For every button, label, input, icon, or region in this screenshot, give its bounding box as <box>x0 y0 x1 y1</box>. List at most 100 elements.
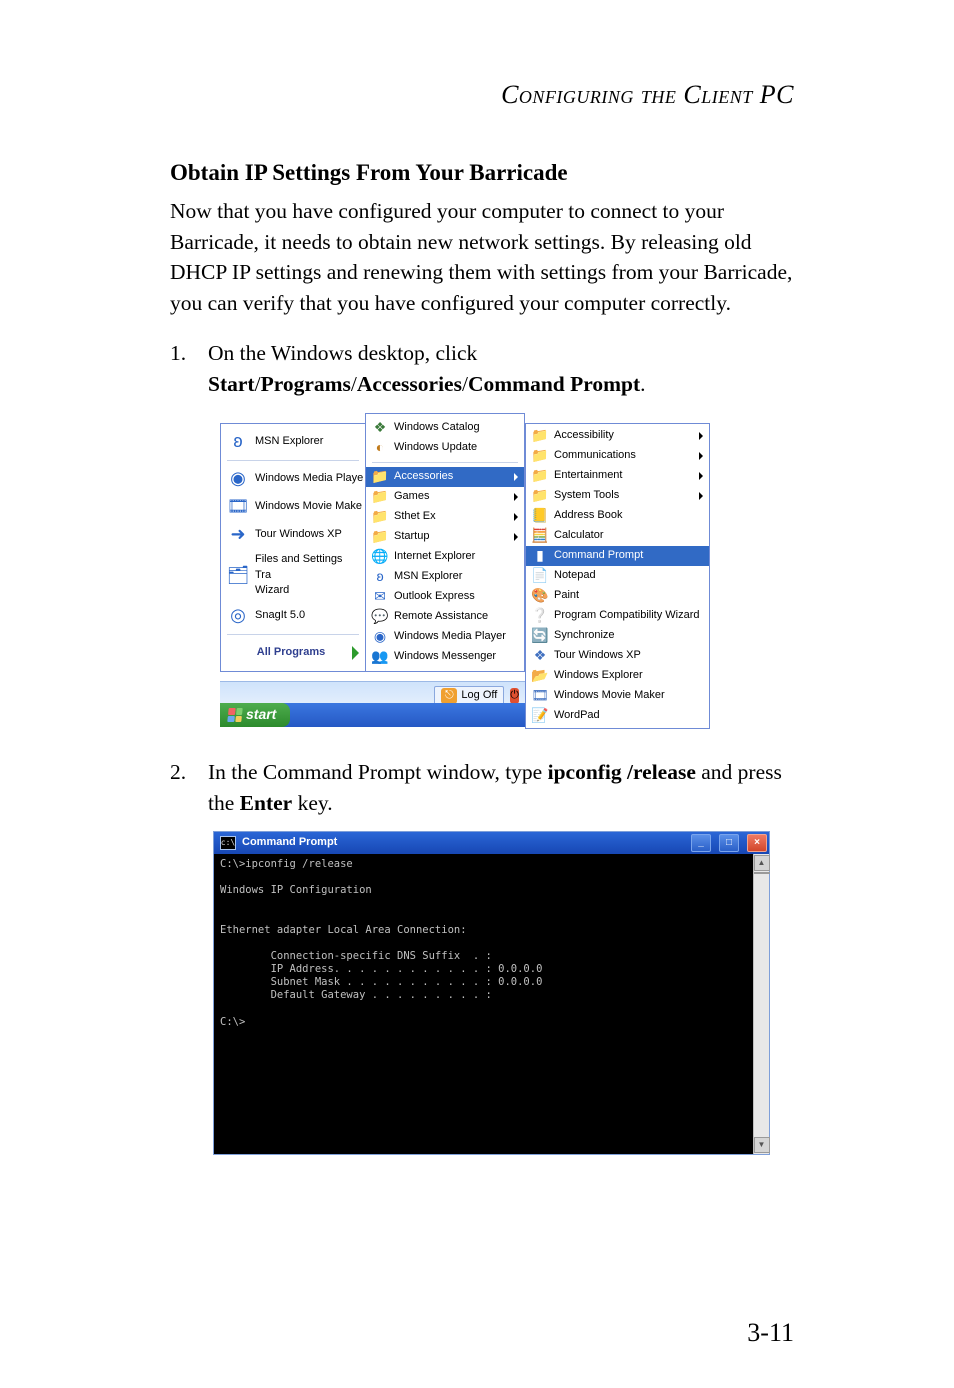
cmd-titlebar[interactable]: c:\ Command Prompt _ □ × <box>214 832 769 854</box>
sm-mid-label: Windows Messenger <box>394 649 496 665</box>
sm-right-item[interactable]: 📂 Windows Explorer <box>526 666 709 686</box>
sm-right-item[interactable]: 📁 Communications <box>526 446 709 466</box>
intro-paragraph: Now that you have configured your comput… <box>170 196 794 318</box>
sm-right-item[interactable]: 📝WordPad <box>526 706 709 726</box>
sm-left-item[interactable]: 🎞Windows Movie Make <box>221 493 365 521</box>
sm-mid-label: Internet Explorer <box>394 549 475 565</box>
program-icon: 📁 <box>532 468 548 484</box>
folder-icon: 📁 <box>372 529 388 545</box>
movie-icon: 🎞 <box>227 496 249 518</box>
wmp-icon: ◉ <box>227 468 249 490</box>
sm-right-item[interactable]: ❖ Tour Windows XP <box>526 646 709 666</box>
command-prompt-window: c:\ Command Prompt _ □ × C:\>ipconfig /r… <box>214 832 769 1154</box>
sm-right-item[interactable]: 📁Accessibility <box>526 426 709 446</box>
sm-mid-label: MSN Explorer <box>394 569 462 585</box>
sm-right-item[interactable]: 📁System Tools <box>526 486 709 506</box>
sm-right-item[interactable]: 📁Entertainment <box>526 466 709 486</box>
sm-right-item[interactable]: 📄Notepad <box>526 566 709 586</box>
step-1: On the Windows desktop, click Start/Prog… <box>170 338 794 733</box>
sm-right-item[interactable]: 📒Address Book <box>526 506 709 526</box>
close-button[interactable]: × <box>747 834 767 852</box>
sm-mid-label: Outlook Express <box>394 589 475 605</box>
step1-b4: Command Prompt <box>468 372 640 396</box>
sm-left-item[interactable]: 🗂Files and Settings Tra Wizard <box>221 549 365 602</box>
sm-right-item[interactable]: 🎞Windows Movie Maker <box>526 686 709 706</box>
sm-mid-label: Sthet Ex <box>394 509 436 525</box>
folder-icon: ✉ <box>372 589 388 605</box>
sm-right-label: Accessibility <box>554 428 614 444</box>
start-menu-accessories-panel: 📁Accessibility📁Communications📁Entertainm… <box>525 423 710 729</box>
folder-icon: 📁 <box>372 469 388 485</box>
separator <box>227 634 359 635</box>
sm-right-label: Communications <box>554 448 636 464</box>
sm-right-item[interactable]: 🎨 Paint <box>526 586 709 606</box>
folder-icon: 📁 <box>372 489 388 505</box>
step2-pre: In the Command Prompt window, type <box>208 760 548 784</box>
sm-right-label: Tour Windows XP <box>554 648 641 664</box>
program-icon: ▮ <box>532 548 548 564</box>
running-head: Configuring the Client PC <box>170 80 794 110</box>
sm-right-item[interactable]: 🧮Calculator <box>526 526 709 546</box>
sm-mid-item[interactable]: ʚMSN Explorer <box>366 567 524 587</box>
program-icon: 🎨 <box>532 588 548 604</box>
sm-mid-item[interactable]: ❖Windows Catalog <box>366 418 524 438</box>
program-icon: 📄 <box>532 568 548 584</box>
cmd-scrollbar[interactable]: ▲ ▼ <box>753 854 769 1154</box>
sm-left-item[interactable]: ʚMSN Explorer <box>221 428 365 456</box>
folder-icon: ◉ <box>372 629 388 645</box>
folder-icon: 👥 <box>372 649 388 665</box>
program-icon: 📁 <box>532 448 548 464</box>
sm-right-label: Synchronize <box>554 628 615 644</box>
maximize-button[interactable]: □ <box>719 834 739 852</box>
page: Configuring the Client PC Obtain IP Sett… <box>0 0 954 1388</box>
sm-left-item[interactable]: ➜Tour Windows XP <box>221 521 365 549</box>
sm-left-item[interactable]: ◉Windows Media Playe <box>221 465 365 493</box>
sm-right-label: Program Compatibility Wizard <box>554 608 699 624</box>
all-programs-item[interactable]: All Programs <box>221 639 365 667</box>
separator <box>227 460 359 461</box>
shutdown-icon[interactable]: ⏻ <box>510 688 519 704</box>
folder-icon: 🌐 <box>372 549 388 565</box>
sm-mid-item[interactable]: ◐Windows Update <box>366 438 524 458</box>
sm-mid-item[interactable]: 📁Accessories <box>366 467 524 487</box>
scroll-down-button[interactable]: ▼ <box>754 1137 770 1153</box>
logoff-icon: ⎋ <box>441 688 457 704</box>
folder-icon: 💬 <box>372 609 388 625</box>
sm-right-label: Address Book <box>554 508 622 524</box>
windows-flag-icon <box>227 708 242 722</box>
step2-b2: Enter <box>240 791 293 815</box>
sm-mid-item[interactable]: 📁Startup <box>366 527 524 547</box>
separator <box>372 462 518 463</box>
sm-left-label: Tour Windows XP <box>255 527 342 543</box>
sm-mid-item[interactable]: 📁 Games <box>366 487 524 507</box>
minimize-button[interactable]: _ <box>691 834 711 852</box>
start-menu-left-panel: ʚMSN Explorer ◉Windows Media Playe 🎞Wind… <box>220 423 365 671</box>
sm-mid-item[interactable]: 📁Sthet Ex <box>366 507 524 527</box>
start-menu-programs-panel: ❖Windows Catalog ◐Windows Update 📁Access… <box>365 413 525 672</box>
sm-mid-item[interactable]: 🌐 Internet Explorer <box>366 547 524 567</box>
scroll-thumb[interactable] <box>754 872 770 874</box>
program-icon: 🔄 <box>532 628 548 644</box>
sm-mid-item[interactable]: ✉ Outlook Express <box>366 587 524 607</box>
sm-right-item[interactable]: ❔Program Compatibility Wizard <box>526 606 709 626</box>
sm-mid-item[interactable]: ◉ Windows Media Player <box>366 627 524 647</box>
start-button[interactable]: start <box>220 703 290 727</box>
step1-b1: Start <box>208 372 255 396</box>
sm-right-item[interactable]: 🔄 Synchronize <box>526 626 709 646</box>
step2-post: key. <box>292 791 332 815</box>
program-icon: 📂 <box>532 668 548 684</box>
sm-right-item[interactable]: ▮Command Prompt <box>526 546 709 566</box>
program-icon: ❖ <box>532 648 548 664</box>
sm-left-item[interactable]: ◎ SnagIt 5.0 <box>221 602 365 630</box>
sm-mid-item[interactable]: 💬Remote Assistance <box>366 607 524 627</box>
sm-right-label: Windows Explorer <box>554 668 643 684</box>
sm-left-label: SnagIt 5.0 <box>255 608 305 624</box>
cmd-output[interactable]: C:\>ipconfig /release Windows IP Configu… <box>214 854 753 1154</box>
snagit-icon: ◎ <box>227 605 249 627</box>
sm-mid-label: Games <box>394 489 429 505</box>
sm-mid-item[interactable]: 👥 Windows Messenger <box>366 647 524 667</box>
sm-left-label: MSN Explorer <box>255 434 323 450</box>
sm-right-label: Paint <box>554 588 579 604</box>
sm-mid-label: Windows Media Player <box>394 629 506 645</box>
scroll-up-button[interactable]: ▲ <box>754 855 770 871</box>
